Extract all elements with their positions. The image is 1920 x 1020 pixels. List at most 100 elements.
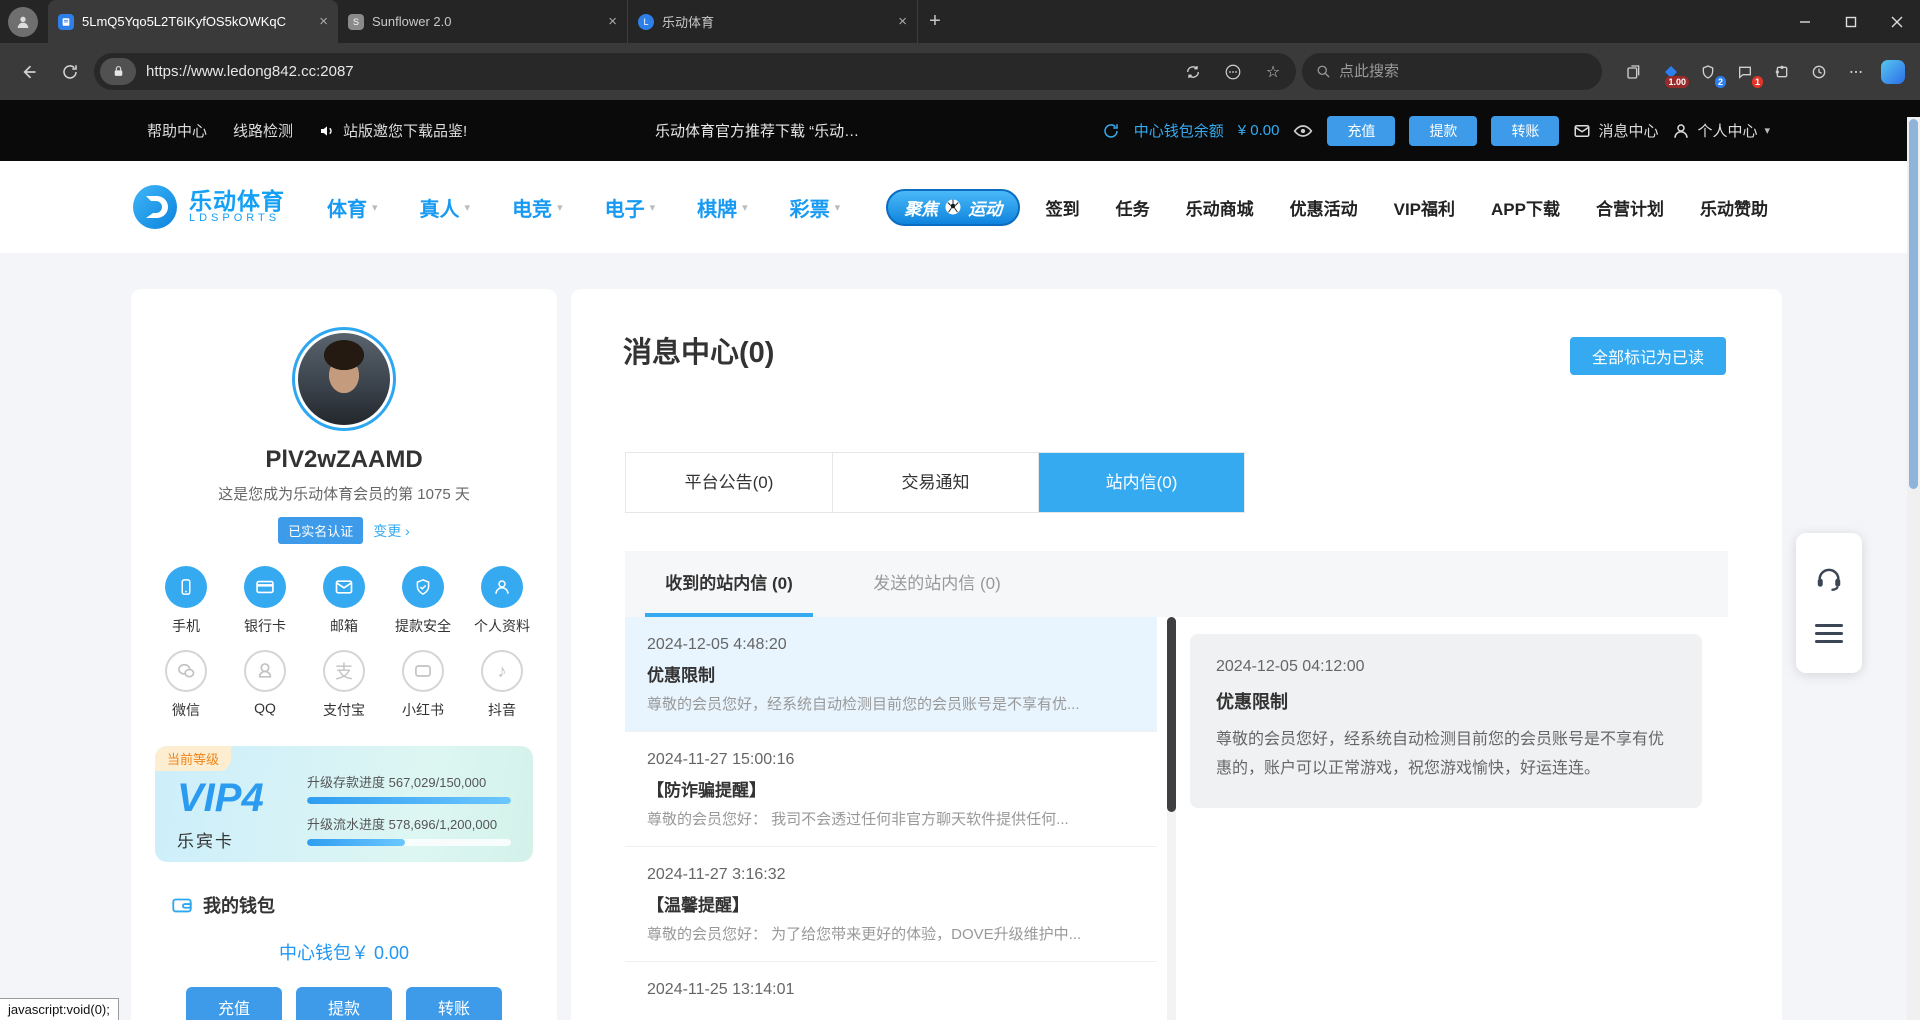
nav-menu-board-games[interactable]: 棋牌▾ xyxy=(697,193,748,222)
subtab-received[interactable]: 收到的站内信 (0) xyxy=(625,551,833,617)
history-icon[interactable] xyxy=(1801,54,1836,89)
message-preview: 尊敬的会员您好，经系统自动检测目前您的会员账号是不享有优... xyxy=(647,693,1135,714)
copilot-icon[interactable] xyxy=(1875,54,1910,89)
personal-center-link[interactable]: 个人中心 ▾ xyxy=(1672,120,1770,141)
member-days-text: 这是您成为乐动体育会员的第 1075 天 xyxy=(131,483,557,504)
download-invite-link[interactable]: 站版邀您下载品鉴! xyxy=(319,120,467,141)
message-list-item[interactable]: 2024-12-05 4:48:20 优惠限制 尊敬的会员您好，经系统自动检测目… xyxy=(625,617,1157,732)
nav-link-promotions[interactable]: 优惠活动 xyxy=(1290,195,1358,220)
toggle-balance-visibility-icon[interactable] xyxy=(1293,121,1313,141)
security-item-withdrawal-security[interactable]: 提款安全 xyxy=(385,566,462,636)
tab-title: 5LmQ5Yqo5L2T6IKyfOS5kOWKqC xyxy=(82,14,311,29)
tab-close-icon[interactable]: × xyxy=(898,13,907,30)
nav-link-checkin[interactable]: 签到 xyxy=(1046,195,1080,220)
site-more-icon[interactable] xyxy=(1218,57,1248,87)
nav-link-partnership[interactable]: 合营计划 xyxy=(1596,195,1664,220)
back-icon[interactable] xyxy=(10,54,46,90)
site-logo-mark xyxy=(131,183,179,231)
browser-search-box[interactable] xyxy=(1302,53,1602,90)
transfer-button[interactable]: 转账 xyxy=(1491,116,1559,146)
close-button[interactable] xyxy=(1874,0,1920,43)
social-item-wechat[interactable]: 微信 xyxy=(148,650,225,720)
nav-link-vip[interactable]: VIP福利 xyxy=(1394,195,1455,220)
address-bar[interactable]: https://www.ledong842.cc:2087 ☆ xyxy=(94,53,1296,90)
help-center-link[interactable]: 帮助中心 xyxy=(147,120,207,141)
message-preview: 尊敬的会员您好： 为了给您带来更好的体验，DOVE升级维护中... xyxy=(647,923,1135,944)
message-center-link[interactable]: 消息中心 xyxy=(1573,120,1658,141)
search-input[interactable] xyxy=(1339,63,1588,80)
deposit-button[interactable]: 充值 xyxy=(186,987,282,1020)
tab-favicon: S xyxy=(348,14,364,30)
chevron-down-icon: ▾ xyxy=(372,201,378,214)
site-logo[interactable]: 乐动体育 LDSPORTS xyxy=(131,183,285,231)
nav-menu-slots[interactable]: 电子▾ xyxy=(605,193,656,222)
message-date: 2024-11-25 13:14:01 xyxy=(647,981,1135,999)
soccer-ball-icon xyxy=(944,198,962,216)
url-text[interactable]: https://www.ledong842.cc:2087 xyxy=(146,63,1168,80)
withdraw-button[interactable]: 提款 xyxy=(1409,116,1477,146)
qq-icon xyxy=(244,650,286,692)
favorite-star-icon[interactable]: ☆ xyxy=(1258,57,1288,87)
chevron-down-icon: ▾ xyxy=(742,201,748,214)
nav-link-sponsorship[interactable]: 乐动赞助 xyxy=(1700,195,1768,220)
browser-profile-icon[interactable] xyxy=(8,7,38,37)
nav-menu-esports[interactable]: 电竞▾ xyxy=(512,193,563,222)
price-tag-icon[interactable]: 1.00 xyxy=(1653,54,1688,89)
browser-tab-3[interactable]: L 乐动体育 × xyxy=(628,0,918,43)
extensions-icon[interactable] xyxy=(1764,54,1799,89)
site-info-lock-icon[interactable] xyxy=(100,58,136,85)
messages-badge: 1 xyxy=(1752,76,1763,88)
nav-link-app-download[interactable]: APP下载 xyxy=(1491,195,1560,220)
message-list-item[interactable]: 2024-11-27 3:16:32 【温馨提醒】 尊敬的会员您好： 为了给您带… xyxy=(625,847,1157,962)
social-item-douyin[interactable]: ♪ 抖音 xyxy=(464,650,541,720)
change-link[interactable]: 变更 › xyxy=(373,521,410,541)
social-item-xiaohongshu[interactable]: 小红书 xyxy=(385,650,462,720)
messages-icon[interactable]: 1 xyxy=(1727,54,1762,89)
security-item-bank-card[interactable]: 银行卡 xyxy=(227,566,304,636)
social-item-qq[interactable]: QQ xyxy=(227,650,304,720)
translate-icon[interactable] xyxy=(1178,57,1208,87)
security-item-phone[interactable]: 手机 xyxy=(148,566,225,636)
pages-icon[interactable] xyxy=(1616,54,1651,89)
tab-platform-announcements[interactable]: 平台公告(0) xyxy=(626,453,832,512)
new-tab-button[interactable]: + xyxy=(918,10,952,33)
nav-menu-sports[interactable]: 体育▾ xyxy=(327,193,378,222)
tab-close-icon[interactable]: × xyxy=(319,13,328,30)
customer-service-headset-icon[interactable] xyxy=(1814,563,1844,593)
message-list-item[interactable]: 2024-11-25 13:14:01 xyxy=(625,962,1157,1020)
line-check-link[interactable]: 线路检测 xyxy=(233,120,293,141)
subtab-sent[interactable]: 发送的站内信 (0) xyxy=(833,551,1041,617)
menu-icon[interactable] xyxy=(1815,624,1843,643)
deposit-button[interactable]: 充值 xyxy=(1327,116,1395,146)
refresh-icon[interactable] xyxy=(52,54,88,90)
social-item-alipay[interactable]: 支 支付宝 xyxy=(306,650,383,720)
mark-all-read-button[interactable]: 全部标记为已读 xyxy=(1570,337,1726,375)
focus-sports-badge[interactable]: 聚焦 运动 xyxy=(886,189,1020,226)
more-icon[interactable] xyxy=(1838,54,1873,89)
security-item-profile-info[interactable]: 个人资料 xyxy=(464,566,541,636)
social-item-label: 抖音 xyxy=(464,700,541,720)
central-wallet-label: 中心钱包余额 xyxy=(1134,120,1224,141)
shield-icon[interactable]: 2 xyxy=(1690,54,1725,89)
transfer-button[interactable]: 转账 xyxy=(406,987,502,1020)
tab-label: 交易通知 xyxy=(902,473,970,492)
page-scrollbar-thumb[interactable] xyxy=(1909,119,1918,489)
maximize-button[interactable] xyxy=(1828,0,1874,43)
nav-link-mall[interactable]: 乐动商城 xyxy=(1186,195,1254,220)
nav-link-tasks[interactable]: 任务 xyxy=(1116,195,1150,220)
nav-menu-live-casino[interactable]: 真人▾ xyxy=(420,193,471,222)
withdraw-button[interactable]: 提款 xyxy=(296,987,392,1020)
tab-close-icon[interactable]: × xyxy=(608,13,617,30)
tab-site-messages[interactable]: 站内信(0) xyxy=(1038,453,1244,512)
message-list-scrollbar[interactable] xyxy=(1167,617,1176,1020)
message-list-item[interactable]: 2024-11-27 15:00:16 【防诈骗提醒】 尊敬的会员您好： 我司不… xyxy=(625,732,1157,847)
security-item-email[interactable]: 邮箱 xyxy=(306,566,383,636)
scrollbar-thumb[interactable] xyxy=(1167,617,1176,812)
minimize-button[interactable] xyxy=(1782,0,1828,43)
nav-menu-lottery[interactable]: 彩票▾ xyxy=(790,193,841,222)
tab-transaction-notices[interactable]: 交易通知 xyxy=(832,453,1038,512)
browser-tab-2[interactable]: S Sunflower 2.0 × xyxy=(338,0,628,43)
browser-tab-1[interactable]: 5LmQ5Yqo5L2T6IKyfOS5kOWKqC × xyxy=(48,0,338,43)
page-scrollbar[interactable] xyxy=(1907,117,1920,1020)
refresh-balance-icon[interactable] xyxy=(1102,122,1120,140)
